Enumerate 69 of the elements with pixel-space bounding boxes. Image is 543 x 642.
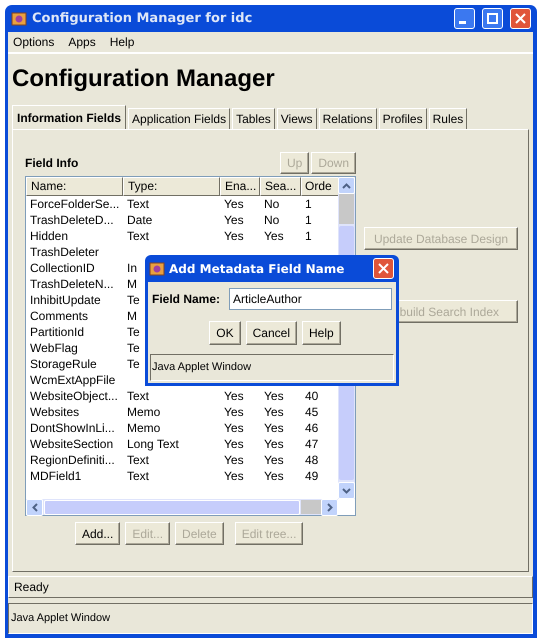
table-cell: Memo xyxy=(127,421,160,435)
table-cell: RegionDefiniti... xyxy=(30,453,115,467)
table-cell: WebsiteSection xyxy=(30,437,114,451)
applet-notice: Java Applet Window xyxy=(8,603,533,634)
table-cell: Te xyxy=(127,325,140,339)
table-cell: Yes xyxy=(224,453,244,467)
window-title: Configuration Manager for idc xyxy=(32,11,254,26)
table-cell: Text xyxy=(127,197,150,211)
table-cell: Yes xyxy=(224,389,244,403)
table-cell: ForceFolderSe... xyxy=(30,197,120,211)
status-bar: Ready xyxy=(8,576,533,598)
table-cell: TrashDeleteD... xyxy=(30,213,114,227)
table-cell: Yes xyxy=(264,405,284,419)
table-cell: Long Text xyxy=(127,437,179,451)
applet-notice: Java Applet Window xyxy=(150,354,394,381)
table-cell: Text xyxy=(127,389,150,403)
table-cell: Yes xyxy=(224,469,244,483)
table-cell: PartitionId xyxy=(30,325,84,339)
table-cell: Hidden xyxy=(30,229,68,243)
table-cell: M xyxy=(127,277,137,291)
table-cell: Te xyxy=(127,293,140,307)
table-cell: Text xyxy=(127,469,150,483)
dialog-title: Add Metadata Field Name xyxy=(169,262,346,276)
table-cell: 45 xyxy=(305,405,318,419)
table-cell: Yes xyxy=(264,229,284,243)
table-cell: Yes xyxy=(224,213,244,227)
table-cell: Yes xyxy=(264,421,284,435)
table-cell: Memo xyxy=(127,405,160,419)
table-cell: 1 xyxy=(305,213,312,227)
table-cell: Text xyxy=(127,229,150,243)
table-cell: 1 xyxy=(305,197,312,211)
table-cell: Comments xyxy=(30,309,88,323)
table-cell: 48 xyxy=(305,453,318,467)
table-cell: TrashDeleteN... xyxy=(30,277,114,291)
table-cell: 49 xyxy=(305,469,318,483)
table-cell: TrashDeleter xyxy=(30,245,99,259)
table-cell: M xyxy=(127,309,137,323)
page-heading: Configuration Manager xyxy=(12,65,276,94)
table-cell: Yes xyxy=(224,421,244,435)
section-label: Field Info xyxy=(25,156,78,172)
table-cell: 47 xyxy=(305,437,318,451)
table-cell: InhibitUpdate xyxy=(30,293,101,307)
table-cell: Te xyxy=(127,357,140,371)
table-cell: Websites xyxy=(30,405,80,419)
table-cell: WebFlag xyxy=(30,341,78,355)
table-cell: MDField1 xyxy=(30,469,82,483)
table-cell: 46 xyxy=(305,421,318,435)
table-cell: Yes xyxy=(264,437,284,451)
table-cell: Yes xyxy=(224,437,244,451)
table-cell: No xyxy=(264,213,280,227)
table-cell: Date xyxy=(127,213,152,227)
table-cell: DontShowInLi... xyxy=(30,421,115,435)
table-cell: Text xyxy=(127,453,150,467)
table-cell: Yes xyxy=(264,453,284,467)
field-label: Field Name: xyxy=(152,292,220,306)
table-cell: WebsiteObject... xyxy=(30,389,118,403)
table-cell: Yes xyxy=(224,405,244,419)
table-cell: Yes xyxy=(224,229,244,243)
table-cell: Yes xyxy=(264,469,284,483)
table-cell: 40 xyxy=(305,389,318,403)
table-cell: Te xyxy=(127,341,140,355)
table-cell: StorageRule xyxy=(30,357,97,371)
table-cell: In xyxy=(127,261,138,275)
table-cell: No xyxy=(264,197,280,211)
table-cell: CollectionID xyxy=(30,261,95,275)
table-cell: Yes xyxy=(264,389,284,403)
table-cell: 1 xyxy=(305,229,312,243)
table-cell: WcmExtAppFile xyxy=(30,373,116,387)
table-cell: Yes xyxy=(224,197,244,211)
